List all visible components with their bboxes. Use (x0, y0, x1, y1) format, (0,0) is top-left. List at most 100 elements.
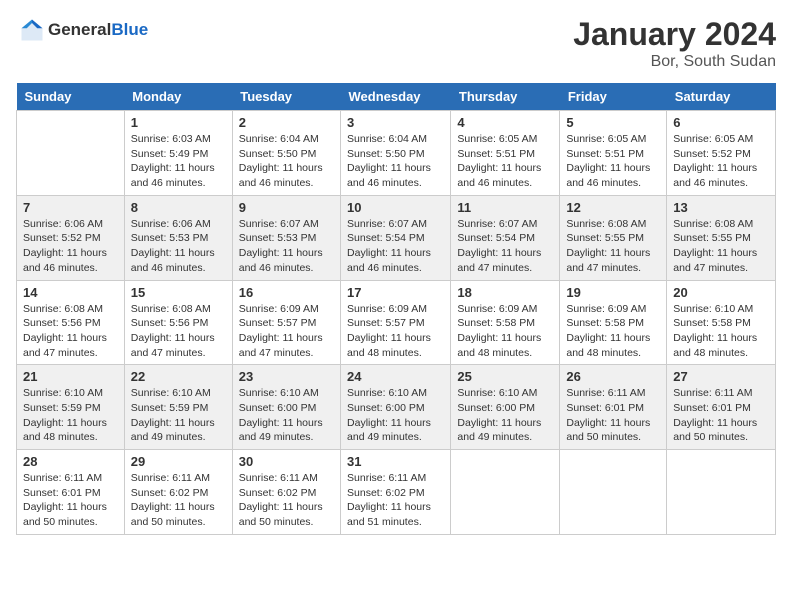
day-number: 21 (23, 369, 118, 384)
day-number: 22 (131, 369, 226, 384)
day-number: 30 (239, 454, 334, 469)
day-info: Sunrise: 6:08 AMSunset: 5:55 PMDaylight:… (566, 217, 660, 276)
col-friday: Friday (560, 83, 667, 111)
calendar-week-2: 7 Sunrise: 6:06 AMSunset: 5:52 PMDaylight… (17, 195, 776, 280)
day-number: 7 (23, 200, 118, 215)
calendar-cell: 3Sunrise: 6:04 AMSunset: 5:50 PMDaylight… (341, 111, 451, 196)
calendar-cell: 1Sunrise: 6:03 AMSunset: 5:49 PMDaylight… (124, 111, 232, 196)
calendar-week-1: 1Sunrise: 6:03 AMSunset: 5:49 PMDaylight… (17, 111, 776, 196)
day-number: 1 (131, 115, 226, 130)
calendar-cell: 6 Sunrise: 6:05 AMSunset: 5:52 PMDaylight… (667, 111, 776, 196)
day-info: Sunrise: 6:06 AMSunset: 5:52 PMDaylight:… (23, 217, 118, 276)
day-info: Sunrise: 6:10 AMSunset: 6:00 PMDaylight:… (347, 386, 444, 445)
day-info: Sunrise: 6:06 AMSunset: 5:53 PMDaylight:… (131, 217, 226, 276)
day-info: Sunrise: 6:09 AMSunset: 5:57 PMDaylight:… (347, 302, 444, 361)
day-info: Sunrise: 6:10 AMSunset: 5:59 PMDaylight:… (23, 386, 118, 445)
day-info: Sunrise: 6:10 AMSunset: 6:00 PMDaylight:… (239, 386, 334, 445)
day-info: Sunrise: 6:11 AMSunset: 6:02 PMDaylight:… (131, 471, 226, 530)
day-number: 6 (673, 115, 769, 130)
day-info: Sunrise: 6:05 AMSunset: 5:51 PMDaylight:… (457, 132, 553, 191)
calendar-cell: 18Sunrise: 6:09 AMSunset: 5:58 PMDayligh… (451, 280, 560, 365)
day-number: 4 (457, 115, 553, 130)
day-number: 11 (457, 200, 553, 215)
calendar-cell: 13 Sunrise: 6:08 AMSunset: 5:55 PMDayligh… (667, 195, 776, 280)
day-info: Sunrise: 6:10 AMSunset: 5:59 PMDaylight:… (131, 386, 226, 445)
day-number: 3 (347, 115, 444, 130)
day-number: 26 (566, 369, 660, 384)
calendar-cell: 27Sunrise: 6:11 AMSunset: 6:01 PMDayligh… (667, 365, 776, 450)
calendar-week-3: 14Sunrise: 6:08 AMSunset: 5:56 PMDayligh… (17, 280, 776, 365)
calendar-cell: 22 Sunrise: 6:10 AMSunset: 5:59 PMDayligh… (124, 365, 232, 450)
day-number: 13 (673, 200, 769, 215)
day-info: Sunrise: 6:08 AMSunset: 5:55 PMDaylight:… (673, 217, 769, 276)
calendar-cell: 21 Sunrise: 6:10 AMSunset: 5:59 PMDayligh… (17, 365, 125, 450)
col-monday: Monday (124, 83, 232, 111)
day-info: Sunrise: 6:07 AMSunset: 5:54 PMDaylight:… (457, 217, 553, 276)
day-number: 16 (239, 285, 334, 300)
calendar-cell (451, 450, 560, 535)
col-tuesday: Tuesday (232, 83, 340, 111)
day-number: 18 (457, 285, 553, 300)
day-number: 29 (131, 454, 226, 469)
day-number: 25 (457, 369, 553, 384)
calendar-cell: 8 Sunrise: 6:06 AMSunset: 5:53 PMDaylight… (124, 195, 232, 280)
calendar-week-5: 28 Sunrise: 6:11 AMSunset: 6:01 PMDayligh… (17, 450, 776, 535)
calendar-cell: 5Sunrise: 6:05 AMSunset: 5:51 PMDaylight… (560, 111, 667, 196)
calendar-cell: 12 Sunrise: 6:08 AMSunset: 5:55 PMDayligh… (560, 195, 667, 280)
calendar-cell: 29 Sunrise: 6:11 AMSunset: 6:02 PMDayligh… (124, 450, 232, 535)
calendar-cell: 14Sunrise: 6:08 AMSunset: 5:56 PMDayligh… (17, 280, 125, 365)
calendar-cell: 30 Sunrise: 6:11 AMSunset: 6:02 PMDayligh… (232, 450, 340, 535)
day-number: 28 (23, 454, 118, 469)
col-sunday: Sunday (17, 83, 125, 111)
calendar-cell: 20Sunrise: 6:10 AMSunset: 5:58 PMDayligh… (667, 280, 776, 365)
col-wednesday: Wednesday (341, 83, 451, 111)
day-number: 27 (673, 369, 769, 384)
calendar-cell (667, 450, 776, 535)
day-info: Sunrise: 6:07 AMSunset: 5:53 PMDaylight:… (239, 217, 334, 276)
day-info: Sunrise: 6:10 AMSunset: 6:00 PMDaylight:… (457, 386, 553, 445)
calendar-cell: 10 Sunrise: 6:07 AMSunset: 5:54 PMDayligh… (341, 195, 451, 280)
page-header: GeneralBlue January 2024 Bor, South Suda… (16, 16, 776, 71)
calendar-cell (17, 111, 125, 196)
day-info: Sunrise: 6:07 AMSunset: 5:54 PMDaylight:… (347, 217, 444, 276)
col-thursday: Thursday (451, 83, 560, 111)
day-info: Sunrise: 6:04 AMSunset: 5:50 PMDaylight:… (239, 132, 334, 191)
day-info: Sunrise: 6:09 AMSunset: 5:57 PMDaylight:… (239, 302, 334, 361)
day-number: 20 (673, 285, 769, 300)
calendar-cell: 28 Sunrise: 6:11 AMSunset: 6:01 PMDayligh… (17, 450, 125, 535)
calendar-cell: 31Sunrise: 6:11 AMSunset: 6:02 PMDayligh… (341, 450, 451, 535)
calendar-cell: 26 Sunrise: 6:11 AMSunset: 6:01 PMDayligh… (560, 365, 667, 450)
day-number: 9 (239, 200, 334, 215)
day-info: Sunrise: 6:11 AMSunset: 6:02 PMDaylight:… (239, 471, 334, 530)
day-info: Sunrise: 6:05 AMSunset: 5:52 PMDaylight:… (673, 132, 769, 191)
logo-blue: Blue (111, 20, 148, 39)
month-title: January 2024 (573, 16, 776, 53)
location-title: Bor, South Sudan (573, 53, 776, 71)
day-number: 12 (566, 200, 660, 215)
day-number: 23 (239, 369, 334, 384)
day-info: Sunrise: 6:11 AMSunset: 6:01 PMDaylight:… (566, 386, 660, 445)
logo-general: General (48, 20, 111, 39)
title-block: January 2024 Bor, South Sudan (573, 16, 776, 71)
calendar-cell: 11 Sunrise: 6:07 AMSunset: 5:54 PMDayligh… (451, 195, 560, 280)
calendar-header-row: Sunday Monday Tuesday Wednesday Thursday… (17, 83, 776, 111)
day-number: 17 (347, 285, 444, 300)
calendar-cell: 17 Sunrise: 6:09 AMSunset: 5:57 PMDayligh… (341, 280, 451, 365)
logo: GeneralBlue (16, 16, 148, 44)
calendar-cell: 7 Sunrise: 6:06 AMSunset: 5:52 PMDaylight… (17, 195, 125, 280)
day-info: Sunrise: 6:08 AMSunset: 5:56 PMDaylight:… (131, 302, 226, 361)
day-info: Sunrise: 6:08 AMSunset: 5:56 PMDaylight:… (23, 302, 118, 361)
day-number: 10 (347, 200, 444, 215)
calendar-cell: 2 Sunrise: 6:04 AMSunset: 5:50 PMDaylight… (232, 111, 340, 196)
calendar-cell: 16 Sunrise: 6:09 AMSunset: 5:57 PMDayligh… (232, 280, 340, 365)
calendar-cell: 25 Sunrise: 6:10 AMSunset: 6:00 PMDayligh… (451, 365, 560, 450)
day-number: 8 (131, 200, 226, 215)
col-saturday: Saturday (667, 83, 776, 111)
calendar-cell: 19Sunrise: 6:09 AMSunset: 5:58 PMDayligh… (560, 280, 667, 365)
day-info: Sunrise: 6:11 AMSunset: 6:01 PMDaylight:… (23, 471, 118, 530)
calendar-table: Sunday Monday Tuesday Wednesday Thursday… (16, 83, 776, 535)
calendar-cell: 15Sunrise: 6:08 AMSunset: 5:56 PMDayligh… (124, 280, 232, 365)
calendar-cell: 9 Sunrise: 6:07 AMSunset: 5:53 PMDaylight… (232, 195, 340, 280)
day-number: 2 (239, 115, 334, 130)
calendar-week-4: 21 Sunrise: 6:10 AMSunset: 5:59 PMDayligh… (17, 365, 776, 450)
